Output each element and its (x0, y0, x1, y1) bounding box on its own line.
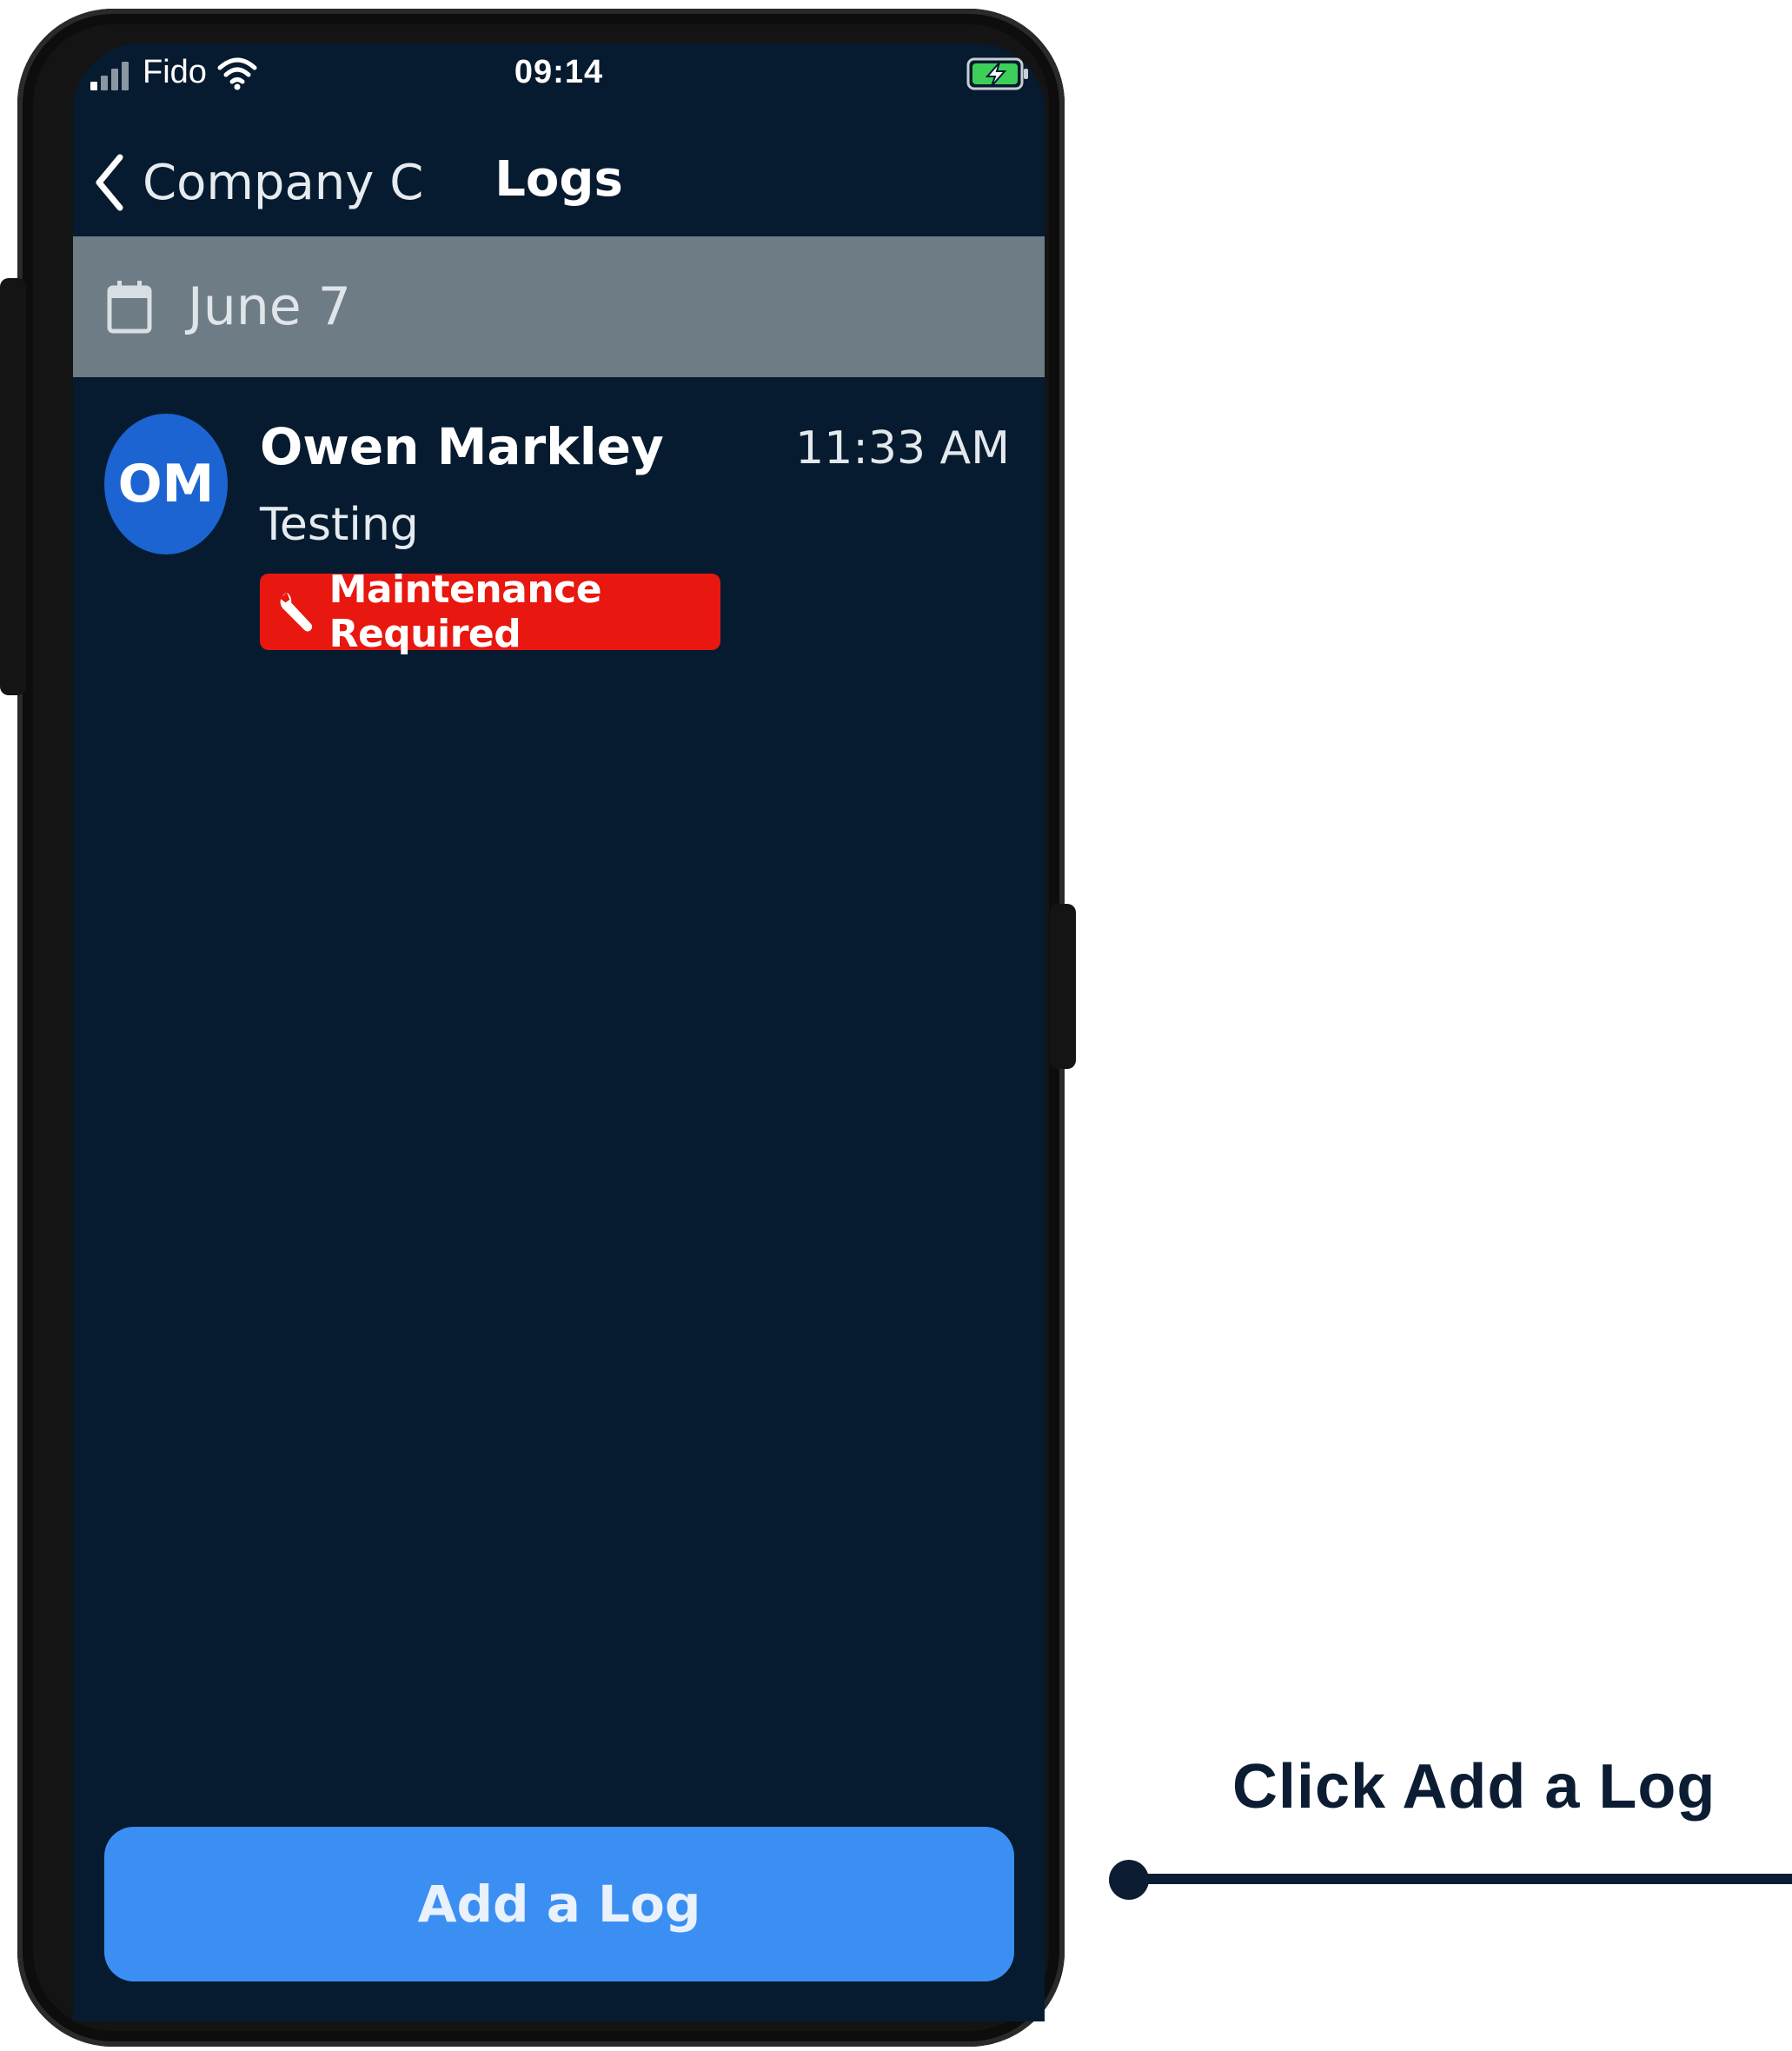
status-time: 09:14 (514, 54, 604, 90)
maintenance-required-badge: Maintenance Required (260, 568, 720, 656)
add-log-button[interactable]: Add a Log (104, 1827, 1014, 1981)
phone-side-button-left (0, 278, 26, 695)
badge-label: Maintenance Required (329, 568, 602, 656)
callout-instruction: Click Add a Log (1232, 1752, 1716, 1822)
avatar: OM (104, 414, 228, 554)
page-title: Logs (494, 151, 623, 208)
phone-screen: Fido 09:14 Company C Logs June 7 OM Owen… (73, 43, 1045, 2021)
date-label: June 7 (188, 276, 351, 337)
wrench-icon (279, 592, 313, 632)
log-text: Testing (260, 499, 419, 551)
log-entry[interactable]: OM Owen Markley 11:33 AM Testing Mainten… (73, 377, 1045, 664)
add-log-button-label: Add a Log (417, 1875, 701, 1934)
date-section-header: June 7 (73, 236, 1045, 377)
status-bar: Fido 09:14 (73, 43, 1045, 111)
log-author: Owen Markley (260, 417, 664, 476)
log-time: 11:33 AM (795, 422, 1010, 475)
battery-charging-icon (966, 57, 1028, 90)
callout-pointer-dot (1109, 1860, 1149, 1900)
phone-frame: Fido 09:14 Company C Logs June 7 OM Owen… (17, 9, 1065, 2047)
calendar-icon (107, 281, 152, 334)
navigation-bar: Company C Logs (73, 130, 1045, 235)
callout-pointer-line (1114, 1874, 1792, 1884)
phone-side-button-right (1050, 904, 1076, 1069)
